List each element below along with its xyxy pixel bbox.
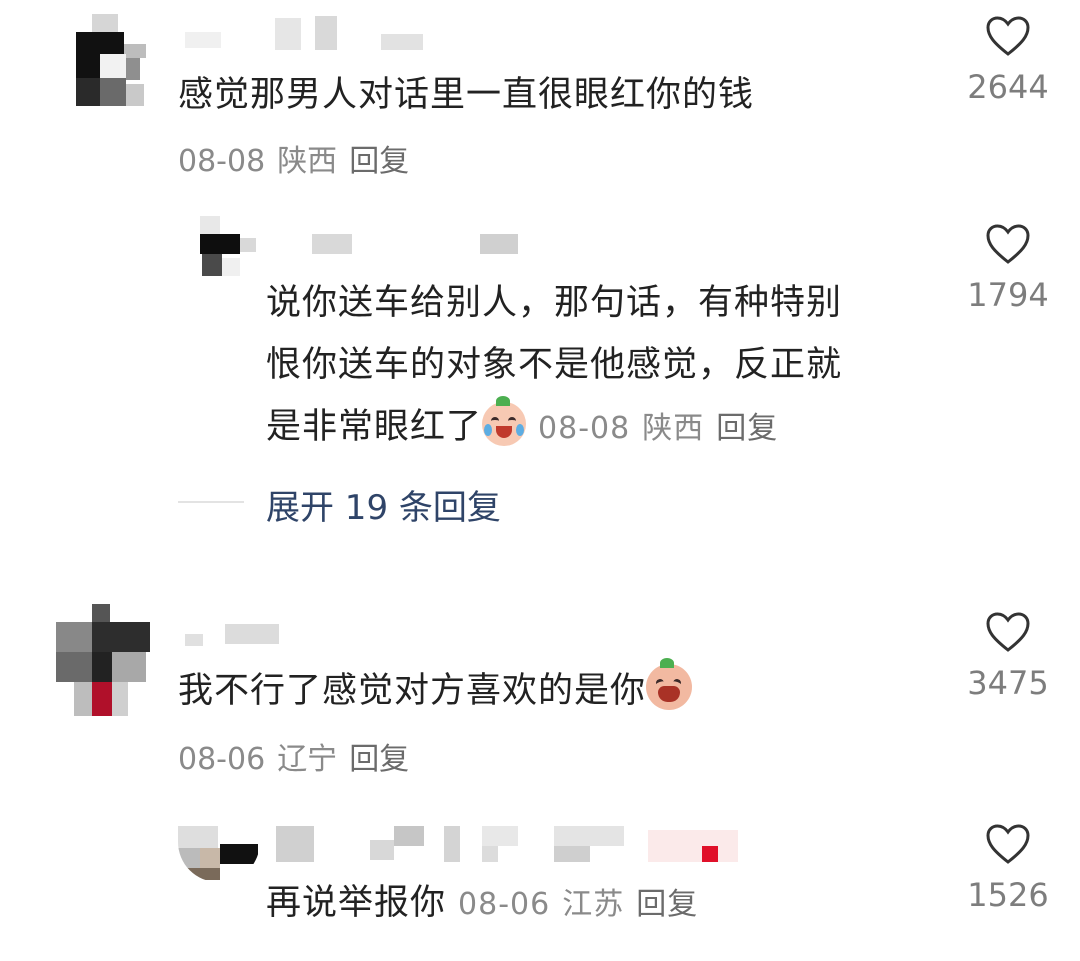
screaming-peach-emoji-icon bbox=[646, 658, 693, 710]
like-count: 3475 bbox=[967, 664, 1049, 702]
heart-outline-icon bbox=[986, 16, 1030, 56]
comment-date: 08-06 bbox=[178, 742, 266, 777]
username-blurred[interactable] bbox=[185, 14, 425, 54]
like-count: 1794 bbox=[967, 276, 1049, 314]
comment-text: 感觉那男人对话里一直很眼红你的钱 bbox=[178, 75, 755, 115]
heart-outline-icon bbox=[986, 224, 1030, 264]
reply-text-line: 说你送车给别人，那句话，有种特别 bbox=[266, 283, 843, 323]
reply-text-line: 恨你送车的对象不是他感觉，反正就 bbox=[266, 345, 843, 385]
username-blurred[interactable] bbox=[276, 826, 746, 866]
comment-meta: 08-08 陕西 回复 bbox=[178, 136, 421, 180]
avatar[interactable] bbox=[198, 216, 260, 280]
reply-location: 陕西 bbox=[642, 411, 705, 446]
comment-location: 辽宁 bbox=[277, 742, 338, 777]
reply-text: 再说举报你 08-06 江苏 回复 bbox=[266, 872, 710, 936]
comment-meta: 08-06 辽宁 回复 bbox=[178, 734, 421, 778]
like-button[interactable]: 2644 bbox=[953, 14, 1063, 106]
username-blurred[interactable] bbox=[312, 234, 522, 258]
comment-location: 陕西 bbox=[277, 144, 338, 179]
heart-outline-icon bbox=[986, 612, 1030, 652]
comment-text: 我不行了感觉对方喜欢的是你 bbox=[178, 658, 693, 722]
like-count: 2644 bbox=[967, 68, 1049, 106]
like-count: 1526 bbox=[967, 876, 1049, 914]
reply-button[interactable]: 回复 bbox=[636, 887, 698, 922]
reply-text-body: 再说举报你 bbox=[266, 883, 447, 923]
avatar[interactable] bbox=[56, 604, 150, 716]
reply-text-line-end: 是非常眼红了 bbox=[266, 407, 483, 447]
expand-replies-button[interactable]: 展开 19 条回复 bbox=[266, 480, 501, 529]
crying-peach-emoji-icon bbox=[482, 396, 527, 446]
reply-button[interactable]: 回复 bbox=[349, 742, 409, 777]
reply-button[interactable]: 回复 bbox=[716, 411, 778, 446]
reply-location: 江苏 bbox=[562, 887, 625, 922]
divider bbox=[178, 501, 244, 503]
username-blurred[interactable] bbox=[185, 620, 285, 650]
reply-button[interactable]: 回复 bbox=[349, 144, 409, 179]
avatar[interactable] bbox=[178, 826, 260, 882]
like-button[interactable]: 3475 bbox=[953, 610, 1063, 702]
reply-date: 08-08 bbox=[538, 411, 631, 446]
like-button[interactable]: 1794 bbox=[953, 222, 1063, 314]
reply-text-line: 是非常眼红了 08-08 陕西 回复 bbox=[266, 396, 842, 460]
like-button[interactable]: 1526 bbox=[953, 822, 1063, 914]
reply-text: 说你送车给别人，那句话，有种特别 恨你送车的对象不是他感觉，反正就 是非常眼红了… bbox=[266, 272, 842, 460]
avatar[interactable] bbox=[72, 14, 152, 108]
comment-text-body: 我不行了感觉对方喜欢的是你 bbox=[178, 671, 647, 711]
comment-date: 08-08 bbox=[178, 144, 266, 179]
heart-outline-icon bbox=[986, 824, 1030, 864]
reply-date: 08-06 bbox=[458, 887, 551, 922]
